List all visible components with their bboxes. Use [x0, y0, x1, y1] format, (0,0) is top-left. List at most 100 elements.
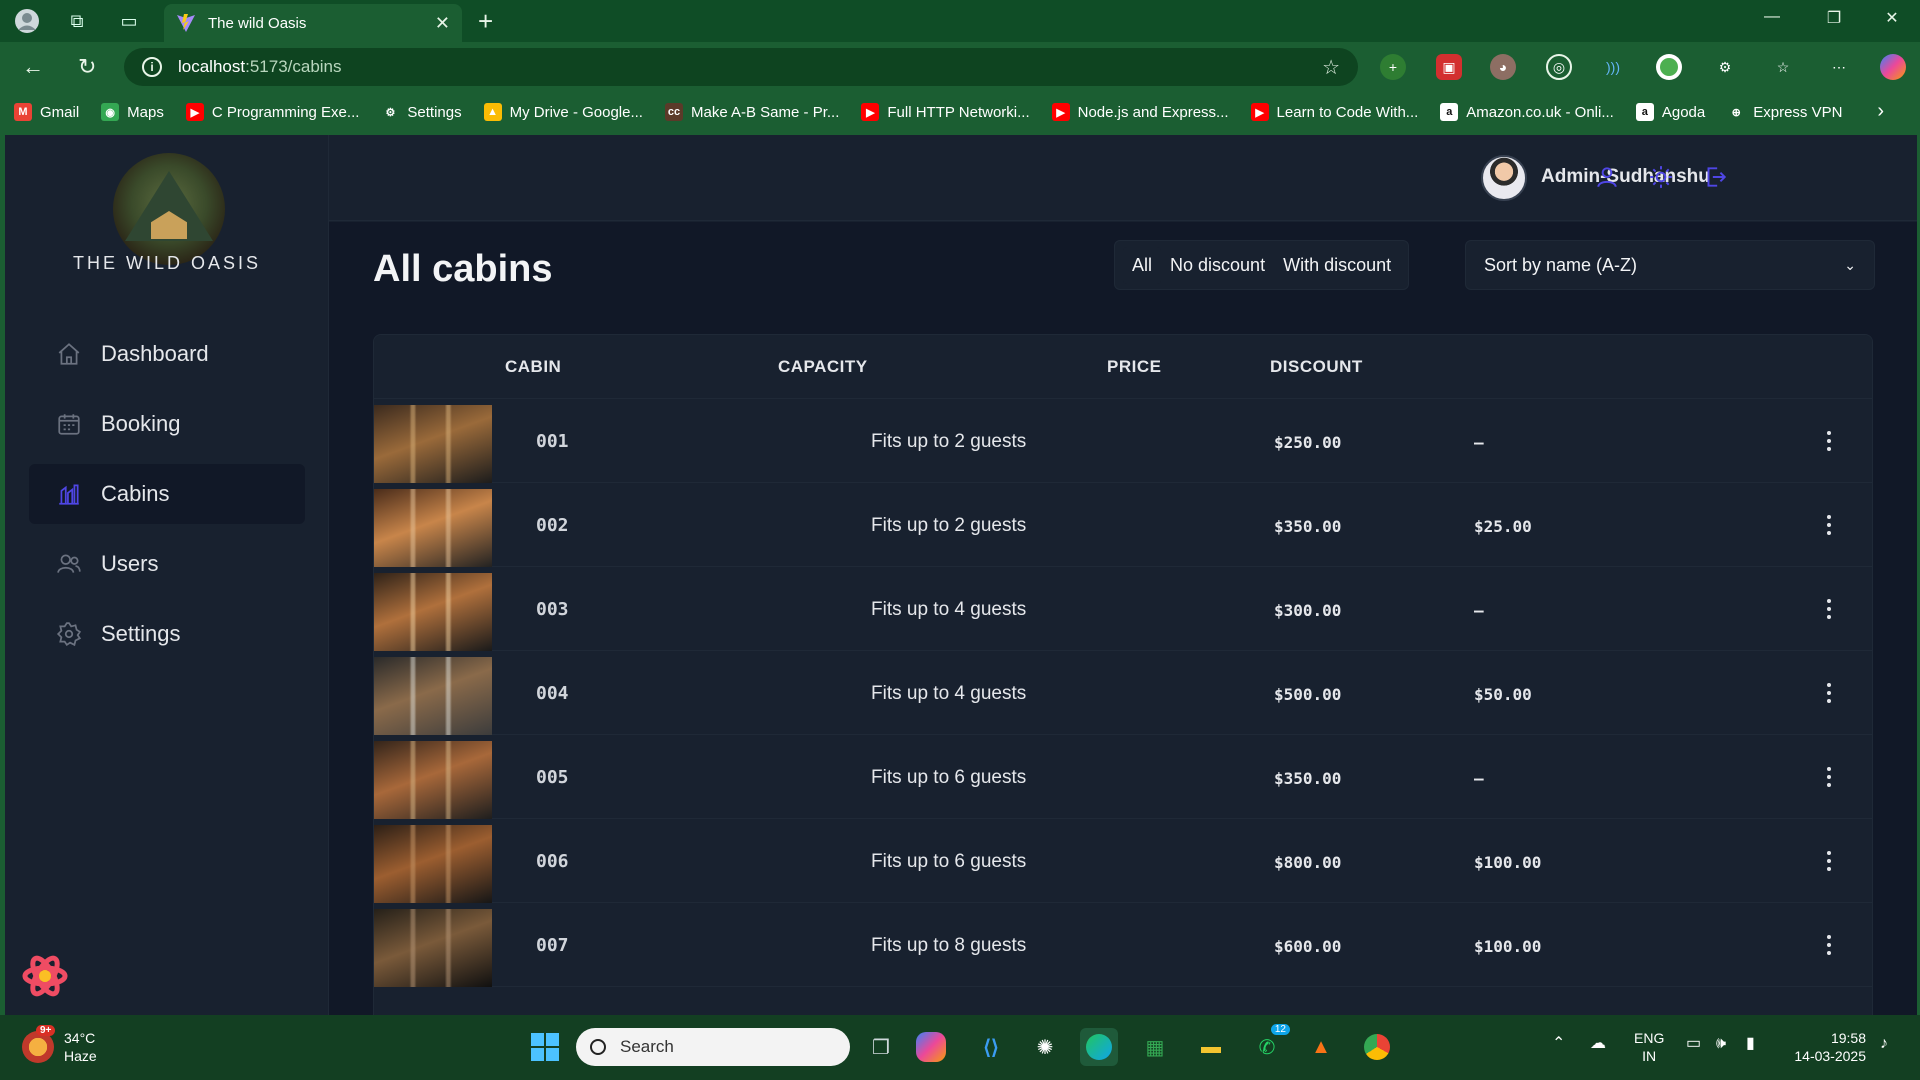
window-close-button[interactable]: ✕	[1872, 8, 1912, 28]
sidebar-item-booking[interactable]: Booking	[29, 394, 305, 454]
column-header-discount: DISCOUNT	[1270, 357, 1363, 376]
favorite-star-icon[interactable]: ☆	[1322, 55, 1340, 80]
table-row: 005 Fits up to 6 guests $350.00 —	[374, 735, 1872, 819]
task-view-icon[interactable]: ❐	[862, 1028, 900, 1066]
notifications-icon[interactable]: ♪	[1880, 1035, 1888, 1053]
table-row: 001 Fits up to 2 guests $250.00 —	[374, 399, 1872, 483]
vscode-icon[interactable]: ⟨⟩	[972, 1028, 1010, 1066]
account-user-icon[interactable]	[1591, 161, 1623, 193]
extension-plus-icon[interactable]: +	[1380, 54, 1406, 80]
bookmark-item[interactable]: ⚙ Settings	[381, 103, 461, 121]
bookmark-item[interactable]: ▶ Learn to Code With...	[1250, 103, 1418, 121]
site-info-icon[interactable]: i	[142, 57, 162, 77]
table-row: 006 Fits up to 6 guests $800.00 $100.00	[374, 819, 1872, 903]
react-query-devtools-icon[interactable]	[21, 952, 69, 1000]
sidebar-item-cabins[interactable]: Cabins	[29, 464, 305, 524]
bookmark-item[interactable]: ◉ Maps	[101, 103, 164, 121]
copilot-icon[interactable]	[1880, 54, 1906, 80]
sidebar-item-label: Users	[101, 551, 159, 576]
clock[interactable]: 19:58 14-03-2025	[1786, 1029, 1866, 1065]
classroom-icon[interactable]: ▦	[1136, 1028, 1174, 1066]
cabin-discount: —	[1474, 601, 1484, 620]
new-tab-button[interactable]: +	[478, 6, 493, 37]
chrome-icon[interactable]	[1358, 1028, 1396, 1066]
address-row: ← ↻ i localhost:5173/cabins ☆ + ▣ ◕ ◎ ))…	[0, 42, 1920, 92]
tab-actions-icon[interactable]: ▭	[116, 8, 142, 34]
bookmark-item[interactable]: M Gmail	[14, 103, 79, 121]
edge-browser-icon[interactable]	[1080, 1028, 1118, 1066]
bookmark-item[interactable]: a Amazon.co.uk - Onli...	[1440, 103, 1614, 121]
volume-icon[interactable]: 🕪	[1716, 1035, 1726, 1053]
row-menu-kebab-icon[interactable]	[1814, 675, 1844, 711]
onedrive-icon[interactable]: ☁	[1590, 1035, 1606, 1053]
workspaces-icon[interactable]: ⧉	[64, 8, 90, 34]
copilot-taskbar-icon[interactable]	[916, 1032, 946, 1062]
bookmark-item[interactable]: ⊕ Express VPN	[1727, 103, 1843, 121]
tray-chevron-up-icon[interactable]: ⌃	[1552, 1035, 1565, 1053]
row-menu-kebab-icon[interactable]	[1814, 759, 1844, 795]
cabin-name: 001	[536, 431, 569, 452]
windows-start-icon[interactable]	[526, 1028, 564, 1066]
restore-button[interactable]: ❐	[1814, 8, 1854, 28]
whatsapp-icon[interactable]: ✆ 12	[1248, 1024, 1290, 1066]
more-menu-icon[interactable]: ⋯	[1826, 54, 1852, 80]
theme-sun-icon[interactable]	[1645, 161, 1677, 193]
sidebar-item-dashboard[interactable]: Dashboard	[29, 324, 305, 384]
sidebar-item-settings[interactable]: Settings	[29, 604, 305, 664]
refresh-button[interactable]: ↻	[78, 54, 96, 80]
address-bar[interactable]: i localhost:5173/cabins ☆	[124, 48, 1358, 86]
language-indicator[interactable]: ENG IN	[1634, 1029, 1664, 1065]
back-button[interactable]: ←	[22, 54, 44, 80]
taskbar-search[interactable]: Search	[576, 1028, 850, 1066]
vlc-icon[interactable]: ▲	[1302, 1028, 1340, 1066]
bookmark-label: Gmail	[40, 103, 80, 121]
table-row: 002 Fits up to 2 guests $350.00 $25.00	[374, 483, 1872, 567]
url-text[interactable]: localhost:5173/cabins	[178, 57, 1322, 77]
network-icon[interactable]: ▭	[1686, 1035, 1701, 1053]
logout-icon[interactable]	[1699, 161, 1731, 193]
bookmark-item[interactable]: a Agoda	[1635, 103, 1705, 121]
filter-button-with-discount[interactable]: With discount	[1274, 247, 1400, 284]
close-tab-icon[interactable]: ✕	[435, 13, 450, 34]
battery-icon[interactable]: ▮	[1746, 1035, 1755, 1053]
weather-widget[interactable]: 9+ 34°C Haze	[22, 1025, 97, 1065]
read-aloud-icon[interactable]: )))	[1600, 54, 1626, 80]
extension-target-icon[interactable]: ◎	[1546, 54, 1572, 80]
favorites-icon[interactable]: ☆	[1770, 54, 1796, 80]
extension-profile-icon[interactable]	[1656, 54, 1682, 80]
minimize-button[interactable]: —	[1752, 8, 1792, 26]
bookmark-item[interactable]: ▶ C Programming Exe...	[185, 103, 359, 121]
filter-button-no-discount[interactable]: No discount	[1161, 247, 1274, 284]
row-menu-kebab-icon[interactable]	[1814, 591, 1844, 627]
filter-button-all[interactable]: All	[1123, 246, 1162, 284]
username: Admin-Sudhanshu	[1541, 166, 1710, 187]
bookmark-item[interactable]: ▲ My Drive - Google...	[483, 103, 643, 121]
sidebar-item-label: Cabins	[101, 481, 170, 506]
table-header: CABIN CAPACITY PRICE DISCOUNT	[374, 335, 1872, 399]
profile-icon[interactable]	[14, 8, 40, 34]
chatgpt-icon[interactable]: ✺	[1026, 1028, 1064, 1066]
table-row: 003 Fits up to 4 guests $300.00 —	[374, 567, 1872, 651]
extension-face-icon[interactable]: ◕	[1490, 54, 1516, 80]
browser-tab-active[interactable]: The wild Oasis ✕	[164, 4, 462, 42]
row-menu-kebab-icon[interactable]	[1814, 423, 1844, 459]
bookmark-item[interactable]: cc Make A-B Same - Pr...	[664, 103, 839, 121]
bookmark-item[interactable]: ▶ Full HTTP Networki...	[861, 103, 1030, 121]
row-menu-kebab-icon[interactable]	[1814, 927, 1844, 963]
extension-red-icon[interactable]: ▣	[1436, 54, 1462, 80]
extensions-puzzle-icon[interactable]: ⚙	[1712, 54, 1738, 80]
cabin-capacity: Fits up to 2 guests	[871, 515, 1027, 536]
bookmarks-more-chevron-icon[interactable]: ›	[1877, 100, 1884, 123]
table-row: 007 Fits up to 8 guests $600.00 $100.00	[374, 903, 1872, 987]
file-explorer-icon[interactable]: ▬	[1192, 1028, 1230, 1066]
clock-date: 14-03-2025	[1794, 1048, 1866, 1064]
cabin-price: $600.00	[1274, 937, 1342, 956]
cabin-capacity: Fits up to 4 guests	[871, 599, 1027, 620]
users-icon	[55, 550, 83, 578]
bookmark-item[interactable]: ▶ Node.js and Express...	[1051, 103, 1229, 121]
sidebar-item-users[interactable]: Users	[29, 534, 305, 594]
row-menu-kebab-icon[interactable]	[1814, 843, 1844, 879]
sort-select[interactable]: Sort by name (A-Z) ⌄	[1465, 240, 1875, 290]
tab-title: The wild Oasis	[208, 14, 307, 32]
row-menu-kebab-icon[interactable]	[1814, 507, 1844, 543]
